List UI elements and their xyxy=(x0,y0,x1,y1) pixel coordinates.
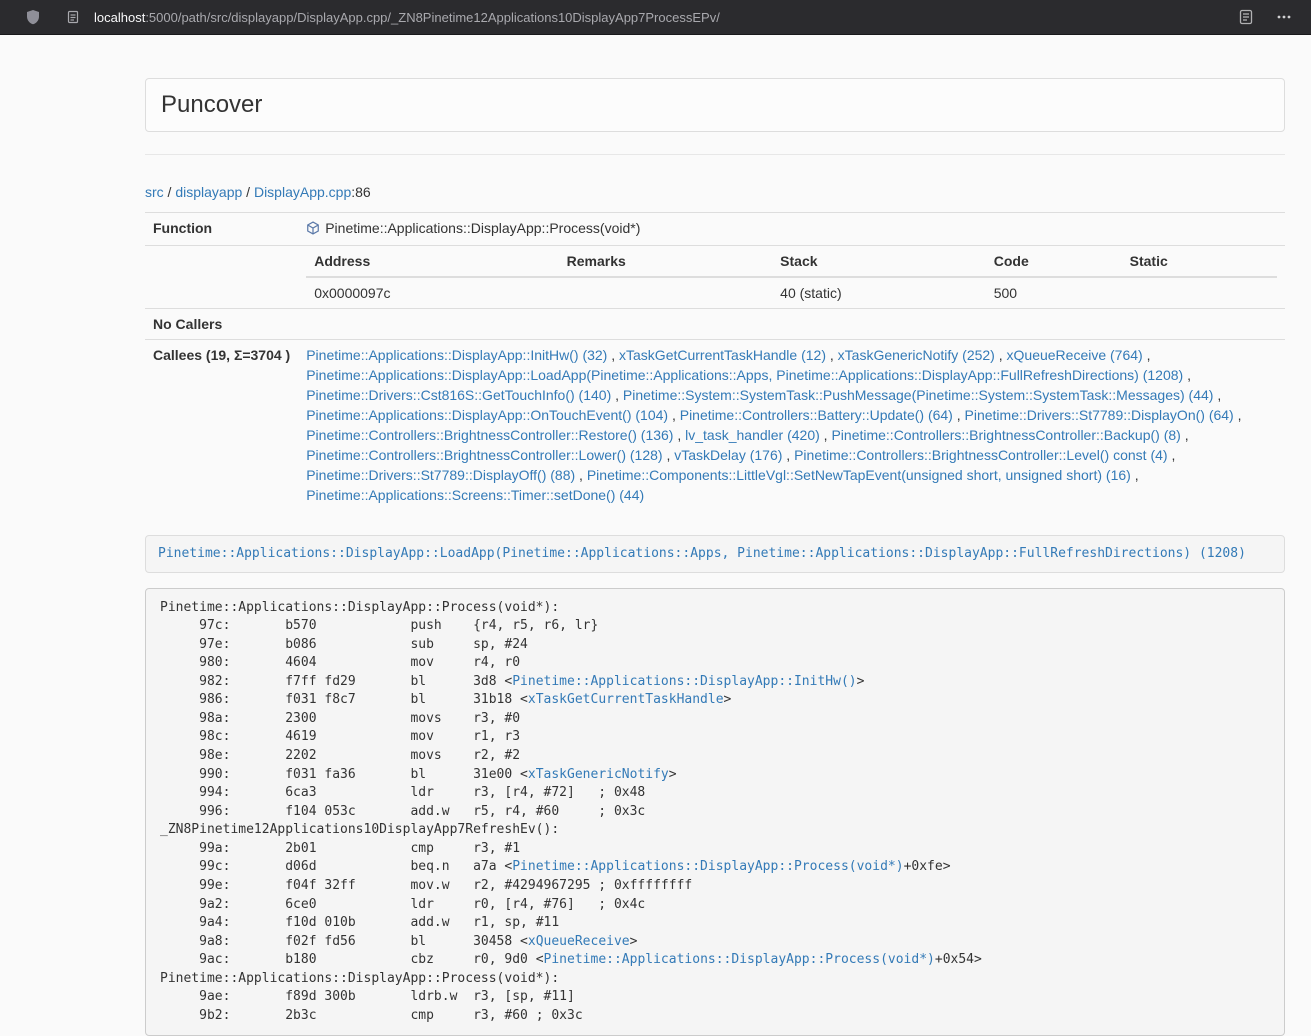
disassembly: Pinetime::Applications::DisplayApp::Proc… xyxy=(145,588,1285,1036)
col-remarks: Remarks xyxy=(559,246,773,277)
no-callers-row: No Callers xyxy=(145,309,1285,340)
url-bar[interactable]: localhost:5000/path/src/displayapp/Displ… xyxy=(60,4,1233,30)
function-table: Function Pinetime::Applications::Display… xyxy=(145,212,1285,510)
page-container: Puncover src / displayapp / DisplayApp.c… xyxy=(145,78,1285,1036)
static-value xyxy=(1122,277,1277,308)
address-value: 0x0000097c xyxy=(306,277,558,308)
stats-row-label xyxy=(145,246,298,309)
stats-table-cell: Address Remarks Stack Code Static 0x0000… xyxy=(298,246,1285,309)
page-title: Puncover xyxy=(161,91,262,118)
no-callers-label: No Callers xyxy=(145,309,298,340)
callee-link[interactable]: vTaskDelay (176) xyxy=(674,447,782,463)
breadcrumb-link[interactable]: displayapp xyxy=(175,184,242,200)
callee-link[interactable]: Pinetime::Applications::DisplayApp::Load… xyxy=(306,367,1183,383)
asm-symbol-link[interactable]: Pinetime::Applications::DisplayApp::Proc… xyxy=(512,859,903,874)
callee-link[interactable]: xTaskGenericNotify (252) xyxy=(838,347,995,363)
tracking-protection-shield-icon[interactable] xyxy=(20,4,46,30)
asm-symbol-link[interactable]: Pinetime::Applications::DisplayApp::Init… xyxy=(512,674,856,689)
page-icon xyxy=(66,10,80,24)
no-callers-cell xyxy=(298,309,1285,340)
breadcrumb-line-number: :86 xyxy=(351,184,370,200)
callee-link[interactable]: Pinetime::Drivers::St7789::DisplayOn() (… xyxy=(965,407,1234,423)
function-row: Function Pinetime::Applications::Display… xyxy=(145,213,1285,246)
callee-link[interactable]: Pinetime::Applications::DisplayApp::Init… xyxy=(306,347,607,363)
col-address: Address xyxy=(306,246,558,277)
callee-link[interactable]: Pinetime::Applications::Screens::Timer::… xyxy=(306,487,644,503)
row-label-function: Function xyxy=(145,213,298,246)
callees-label: Callees (19, Σ=3704 ) xyxy=(145,340,298,511)
stats-table: Address Remarks Stack Code Static 0x0000… xyxy=(306,246,1277,308)
stats-header-row: Address Remarks Stack Code Static xyxy=(306,246,1277,277)
col-stack: Stack xyxy=(772,246,986,277)
callee-link[interactable]: Pinetime::Drivers::St7789::DisplayOff() … xyxy=(306,467,575,483)
callees-list: Pinetime::Applications::DisplayApp::Init… xyxy=(298,340,1285,511)
stack-value: 40 (static) xyxy=(772,277,986,308)
callee-link[interactable]: lv_task_handler (420) xyxy=(685,427,820,443)
more-dots-icon xyxy=(1276,9,1292,25)
highlighted-line-panel[interactable]: Pinetime::Applications::DisplayApp::Load… xyxy=(145,535,1285,573)
callee-link[interactable]: Pinetime::Controllers::Battery::Update()… xyxy=(680,407,953,423)
url-path: :5000/path/src/displayapp/DisplayApp.cpp… xyxy=(145,10,720,25)
app-title-panel: Puncover xyxy=(145,78,1285,132)
code-value: 500 xyxy=(986,277,1122,308)
callee-link[interactable]: Pinetime::Controllers::BrightnessControl… xyxy=(831,427,1180,443)
breadcrumb-separator: / xyxy=(242,184,254,200)
callee-link[interactable]: Pinetime::Drivers::Cst816S::GetTouchInfo… xyxy=(306,387,611,403)
asm-symbol-link[interactable]: xTaskGetCurrentTaskHandle xyxy=(528,692,724,707)
callee-link[interactable]: Pinetime::Applications::DisplayApp::OnTo… xyxy=(306,407,668,423)
reader-mode-icon xyxy=(1238,9,1254,25)
col-static: Static xyxy=(1122,246,1277,277)
callee-link[interactable]: xQueueReceive (764) xyxy=(1007,347,1143,363)
callee-link[interactable]: Pinetime::Components::LittleVgl::SetNewT… xyxy=(587,467,1131,483)
function-name: Pinetime::Applications::DisplayApp::Proc… xyxy=(325,220,640,236)
browser-toolbar: localhost:5000/path/src/displayapp/Displ… xyxy=(0,0,1311,35)
breadcrumb: src / displayapp / DisplayApp.cpp:86 xyxy=(145,182,1285,202)
callee-link[interactable]: Pinetime::System::SystemTask::PushMessag… xyxy=(623,387,1214,403)
col-code: Code xyxy=(986,246,1122,277)
overflow-menu-button[interactable] xyxy=(1271,4,1297,30)
asm-symbol-link[interactable]: xTaskGenericNotify xyxy=(528,767,669,782)
stats-data-row: 0x0000097c 40 (static) 500 xyxy=(306,277,1277,308)
stats-row: Address Remarks Stack Code Static 0x0000… xyxy=(145,246,1285,309)
asm-symbol-link[interactable]: Pinetime::Applications::DisplayApp::Proc… xyxy=(544,952,935,967)
shield-icon xyxy=(25,9,41,25)
remarks-value xyxy=(559,277,773,308)
callee-link[interactable]: Pinetime::Controllers::BrightnessControl… xyxy=(306,447,662,463)
highlighted-line-text: Pinetime::Applications::DisplayApp::Load… xyxy=(158,546,1246,561)
asm-symbol-link[interactable]: xQueueReceive xyxy=(528,934,630,949)
breadcrumb-link[interactable]: src xyxy=(145,184,164,200)
callee-link[interactable]: Pinetime::Controllers::BrightnessControl… xyxy=(306,427,673,443)
page-proxy-icon[interactable] xyxy=(60,4,86,30)
callee-link[interactable]: xTaskGetCurrentTaskHandle (12) xyxy=(619,347,826,363)
url-host: localhost xyxy=(94,10,145,25)
breadcrumb-separator: / xyxy=(164,184,176,200)
reader-mode-button[interactable] xyxy=(1233,4,1259,30)
callees-row: Callees (19, Σ=3704 ) Pinetime::Applicat… xyxy=(145,340,1285,511)
breadcrumb-link[interactable]: DisplayApp.cpp xyxy=(254,184,351,200)
function-cube-icon xyxy=(306,220,320,240)
callee-link[interactable]: Pinetime::Controllers::BrightnessControl… xyxy=(794,447,1167,463)
function-name-cell: Pinetime::Applications::DisplayApp::Proc… xyxy=(298,213,1285,246)
url-text[interactable]: localhost:5000/path/src/displayapp/Displ… xyxy=(94,10,720,25)
divider xyxy=(145,154,1285,155)
